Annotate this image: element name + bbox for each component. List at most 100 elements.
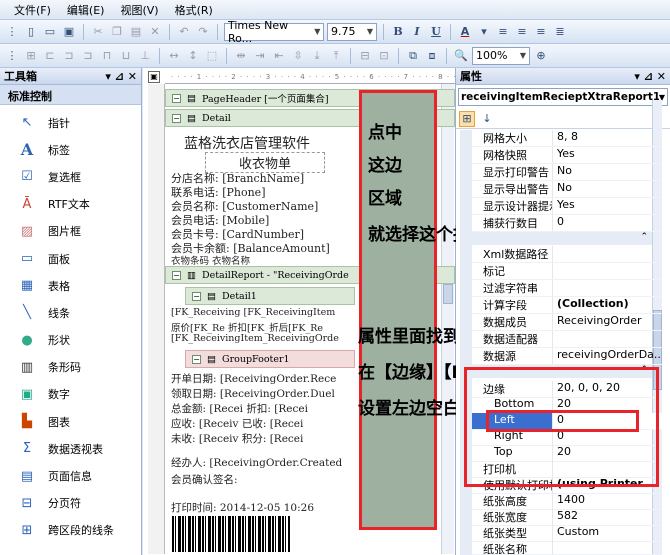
prop-row[interactable]: 计算字段 (Collection)	[472, 297, 662, 314]
toolbox-item-shape[interactable]: ● 形状	[0, 327, 141, 354]
center-h-icon[interactable]: ⊟	[357, 48, 373, 64]
toolbox-item-chart[interactable]: ▙ 图表	[0, 408, 141, 435]
prop-row[interactable]: 过滤字符串	[472, 280, 662, 297]
prop-row[interactable]: 纸张名称	[472, 541, 662, 555]
align-center-icon[interactable]: ≡	[514, 24, 530, 40]
footer-total[interactable]: 总金额: [Recei 折扣: [Recei	[171, 401, 351, 416]
open-icon[interactable]: ▭	[42, 24, 58, 40]
prop-row[interactable]: 数据源 receivingOrderDa...	[472, 348, 662, 365]
toolbox-item-pagebreak[interactable]: ⊟ 分页符	[0, 490, 141, 517]
toolbox-item-table[interactable]: ▦ 表格	[0, 272, 141, 299]
category-collapse[interactable]: ⌃	[472, 232, 652, 245]
send-back-icon[interactable]: ⧈	[424, 48, 440, 64]
italic-button[interactable]: I	[409, 24, 425, 40]
toolbox-item-crossband[interactable]: ⊞ 跨区段的线条	[0, 517, 141, 544]
footer-signature[interactable]: 会员确认签名:	[171, 472, 351, 487]
footer-unpaid[interactable]: 未收: [Receiv 积分: [Recei	[171, 431, 351, 446]
vspacing-dec-icon[interactable]: ⤒	[328, 48, 344, 64]
same-size-icon[interactable]: ⬚	[204, 48, 220, 64]
pin-icon[interactable]: ▾ ⊿ ✕	[105, 70, 137, 83]
toolbox-item-label[interactable]: A 标签	[0, 136, 141, 163]
zoom-combo[interactable]: 100% ▼	[472, 46, 530, 65]
same-width-icon[interactable]: ↔	[166, 48, 182, 64]
prop-row[interactable]: 显示导出警告 No	[472, 181, 662, 198]
justify-icon[interactable]: ≣	[552, 24, 568, 40]
collapse-icon[interactable]: −	[192, 354, 201, 364]
collapse-icon[interactable]: −	[172, 270, 181, 280]
band-group-footer[interactable]: − ▤ GroupFooter1	[185, 350, 355, 368]
cut-icon[interactable]: ✂	[90, 24, 106, 40]
save-icon[interactable]: ▣	[61, 24, 77, 40]
toolbox-item-number[interactable]: ▣ 数字	[0, 381, 141, 408]
align-bottoms-icon[interactable]: ⊥	[137, 48, 153, 64]
back-color-icon[interactable]: ▾	[476, 24, 492, 40]
copy-icon[interactable]: ❐	[109, 24, 125, 40]
prop-row[interactable]: 纸张类型 Custom	[472, 525, 662, 542]
toolbox-item-pointer[interactable]: ↖ 指针	[0, 109, 141, 136]
toolbox-item-barcode[interactable]: ▥ 条形码	[0, 354, 141, 381]
prop-row[interactable]: 网格快照 Yes	[472, 147, 662, 164]
toolbox-item-line[interactable]: ╲ 线条	[0, 299, 141, 326]
prop-row[interactable]: 纸张高度 1400	[472, 493, 662, 510]
align-grid-icon[interactable]: ⊞	[23, 48, 39, 64]
toolbox-item-picture[interactable]: ▨ 图片框	[0, 218, 141, 245]
prop-row[interactable]: 显示打印警告 No	[472, 164, 662, 181]
prop-row[interactable]: 捕获行数目 0	[472, 215, 662, 232]
collapse-icon[interactable]: −	[192, 291, 201, 301]
prop-row[interactable]: 标记	[472, 263, 662, 280]
field-item-header[interactable]: 衣物条码 衣物名称	[171, 253, 351, 267]
bring-front-icon[interactable]: ⧉	[405, 48, 421, 64]
font-color-icon[interactable]: A	[457, 24, 473, 40]
collapse-icon[interactable]: −	[172, 113, 181, 123]
align-right-icon[interactable]: ≡	[533, 24, 549, 40]
align-rights-icon[interactable]: ⊐	[80, 48, 96, 64]
delete-icon[interactable]: ✕	[147, 24, 163, 40]
detail1-row2[interactable]: 原价[FK_Re 折扣[FK_折后[FK_Re	[171, 320, 351, 334]
align-centers-icon[interactable]: ⊐	[61, 48, 77, 64]
toolbox-item-pageinfo[interactable]: ▤ 页面信息	[0, 462, 141, 489]
design-scrollbar[interactable]	[441, 84, 454, 554]
align-middles-icon[interactable]: ⊔	[118, 48, 134, 64]
center-v-icon[interactable]: ⊡	[376, 48, 392, 64]
menu-format[interactable]: 格式(R)	[175, 2, 213, 18]
paste-icon[interactable]: ▤	[128, 24, 144, 40]
menu-view[interactable]: 视图(V)	[120, 2, 158, 18]
align-lefts-icon[interactable]: ⊏	[42, 48, 58, 64]
vspacing-icon[interactable]: ⇳	[290, 48, 306, 64]
categorized-icon[interactable]: ⊞	[459, 110, 475, 127]
zoom-in-icon[interactable]: ⊕	[533, 48, 549, 64]
alphabetical-icon[interactable]: ↓	[479, 111, 495, 127]
underline-button[interactable]: U	[428, 24, 444, 40]
collapse-icon[interactable]: −	[172, 93, 181, 103]
toolbox-item-pivot[interactable]: Σ 数据透视表	[0, 435, 141, 462]
toolbox-item-rtf[interactable]: Ā RTF文本	[0, 191, 141, 218]
toolbox-item-panel[interactable]: ▭ 面板	[0, 245, 141, 272]
prop-row[interactable]: 显示设计器提示 Yes	[472, 198, 662, 215]
menu-edit[interactable]: 编辑(E)	[67, 2, 105, 18]
font-size-combo[interactable]: 9.75 ▼	[327, 22, 377, 41]
prop-row[interactable]: Xml数据路径	[472, 246, 662, 263]
barcode[interactable]	[172, 516, 290, 552]
prop-row[interactable]: 数据成员 ReceivingOrder	[472, 314, 662, 331]
menu-file[interactable]: 文件(F)	[14, 2, 51, 18]
object-selector[interactable]: receivingItemRecieptXtraReport1 ▼	[458, 88, 668, 106]
vspacing-inc-icon[interactable]: ⤓	[309, 48, 325, 64]
report-title[interactable]: 蓝格洗衣店管理软件	[184, 133, 364, 153]
footer-print-time[interactable]: 打印时间: 2014-12-05 10:26	[171, 500, 351, 515]
align-tops-icon[interactable]: ⊓	[99, 48, 115, 64]
footer-open-date[interactable]: 开单日期: [ReceivingOrder.Rece	[171, 371, 351, 386]
prop-row[interactable]: 纸张宽度 582	[472, 509, 662, 526]
toolbox-item-checkbox[interactable]: ☑ 复选框	[0, 163, 141, 190]
prop-row[interactable]: 网格大小 8, 8	[472, 130, 662, 147]
collapse-icon[interactable]: ▣	[148, 71, 160, 83]
band-detail1[interactable]: − ▤ Detail1	[185, 287, 355, 305]
new-icon[interactable]: ▯	[23, 24, 39, 40]
detail1-row3[interactable]: [FK_ReceivingItem_ReceivingOrde	[171, 333, 351, 344]
undo-icon[interactable]: ↶	[176, 24, 192, 40]
same-height-icon[interactable]: ↕	[185, 48, 201, 64]
hspacing-dec-icon[interactable]: ⇤	[271, 48, 287, 64]
detail1-row1[interactable]: [FK_Receiving [FK_ReceivingItem	[171, 307, 351, 318]
pin-icon[interactable]: ▾ ⊿ ✕	[634, 70, 666, 83]
footer-operator[interactable]: 经办人: [ReceivingOrder.Created	[171, 455, 351, 470]
prop-row[interactable]: 数据适配器	[472, 331, 662, 348]
